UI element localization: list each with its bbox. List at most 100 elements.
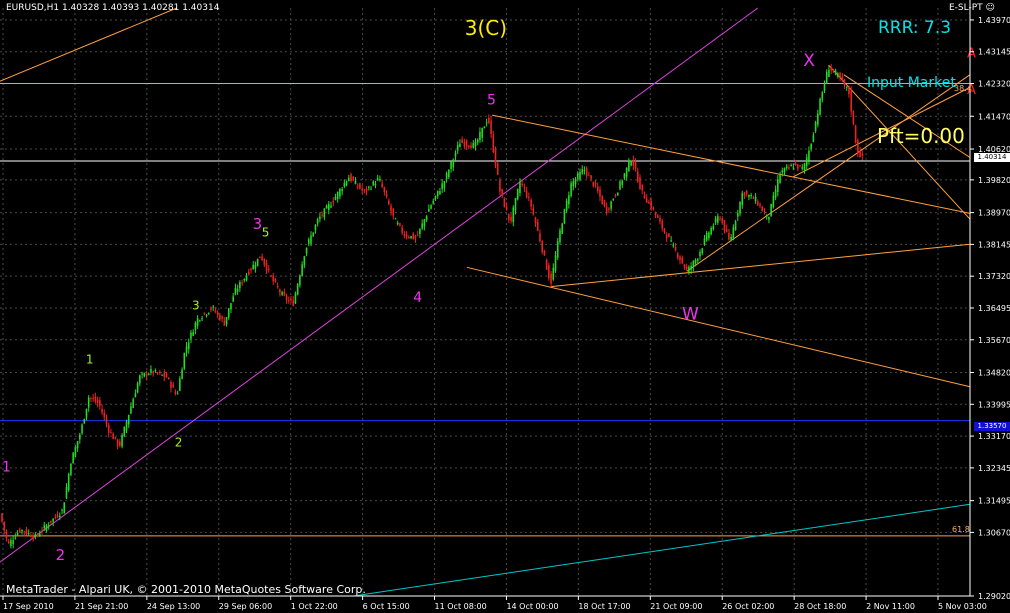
candle-body <box>439 191 441 195</box>
candle-body <box>730 236 732 241</box>
candle-body <box>830 67 832 71</box>
candle-body <box>114 437 117 439</box>
candle-body <box>819 98 821 115</box>
candle-body <box>330 205 332 208</box>
candle-body <box>130 406 132 414</box>
candle-body <box>490 120 492 134</box>
candle-body <box>516 189 519 200</box>
candle-body <box>792 167 795 169</box>
trend-lines[interactable] <box>0 7 971 597</box>
x-tick-label: 1 Oct 22:00 <box>291 602 338 611</box>
candle-body <box>310 235 312 244</box>
candle-body <box>823 84 826 91</box>
candle-body <box>21 529 23 531</box>
candle-body <box>419 228 421 235</box>
candle-body <box>370 188 372 190</box>
candle-body <box>161 374 163 376</box>
candle-body <box>325 205 328 209</box>
candle-body <box>785 166 788 169</box>
candle-body <box>50 520 52 523</box>
candle-body <box>107 424 110 433</box>
candle-body <box>588 175 590 177</box>
candle-body <box>194 322 197 330</box>
candle-body <box>90 397 92 399</box>
input-market-label[interactable]: Input Market <box>867 75 956 91</box>
candle-body <box>436 190 439 197</box>
profit-label: Pft=0.00 <box>877 124 965 148</box>
candle-body <box>219 314 221 320</box>
candle-body <box>183 352 186 369</box>
candle-body <box>568 195 570 205</box>
x-tick-label: 29 Sep 06:00 <box>219 602 272 611</box>
candle-body <box>396 222 399 225</box>
price-chart[interactable]: 3(C)X53 54W31212AA 1.439701.431451.423201… <box>0 0 1010 613</box>
candle-body <box>54 516 57 518</box>
wave-label: 1 <box>86 353 94 367</box>
candle-body <box>761 206 764 212</box>
candle-body <box>759 204 761 206</box>
candle-body <box>405 234 408 237</box>
candle-body <box>543 250 546 256</box>
candle-body <box>181 369 183 380</box>
candle-body <box>757 201 759 206</box>
candle-body <box>381 183 383 187</box>
indicator-tag: E-SL-PT ☺ <box>949 3 995 13</box>
candle-body <box>270 275 272 277</box>
candle-body <box>283 292 286 296</box>
candle-body <box>254 264 257 269</box>
candle-body <box>245 275 248 281</box>
candle-body <box>425 215 428 221</box>
candle-body <box>52 518 54 522</box>
candle-body <box>463 142 466 147</box>
candle-body <box>105 418 108 425</box>
trend-line <box>0 7 178 82</box>
candle-body <box>783 168 786 173</box>
candle-body <box>323 208 326 218</box>
candle-body <box>103 412 106 418</box>
candle-body <box>801 167 804 169</box>
candle-body <box>63 502 66 514</box>
candle-body <box>210 308 212 310</box>
y-tick-label: 1.42320 <box>978 80 1010 89</box>
candle-body <box>236 288 239 292</box>
candle-body <box>388 200 390 205</box>
candle-body <box>688 266 690 273</box>
wave-label: 2 <box>175 435 183 449</box>
candle-body <box>703 238 706 245</box>
candle-body <box>561 223 563 234</box>
candle-body <box>379 179 381 181</box>
candle-body <box>503 197 506 208</box>
candle-body <box>859 151 861 158</box>
x-tick-label: 24 Sep 13:00 <box>147 602 200 611</box>
candle-body <box>354 180 357 185</box>
candle-body <box>25 529 28 535</box>
candle-body <box>408 236 410 238</box>
candle-body <box>221 316 223 319</box>
candle-body <box>445 173 448 179</box>
wave-label: 5 <box>262 225 270 239</box>
candle-body <box>287 300 290 302</box>
candle-body <box>661 220 664 229</box>
candle-body <box>134 393 137 398</box>
candle-body <box>634 162 637 169</box>
candle-body <box>385 193 388 197</box>
candle-body <box>721 218 724 223</box>
candle-body <box>479 131 481 141</box>
candle-body <box>127 414 130 425</box>
candle-body <box>214 310 217 313</box>
candle-body <box>399 223 401 226</box>
candle-body <box>163 372 166 377</box>
candle-body <box>492 134 495 153</box>
candle-body <box>528 196 530 198</box>
candle-body <box>737 212 739 217</box>
candle-body <box>696 258 699 261</box>
candle-body <box>641 184 644 191</box>
candle-body <box>556 241 559 258</box>
candle-body <box>441 183 443 189</box>
candle-body <box>225 317 228 325</box>
candle-body <box>152 371 154 374</box>
candle-body <box>650 200 652 209</box>
candle-body <box>74 446 77 458</box>
candle-body <box>576 173 579 179</box>
candle-body <box>410 236 412 239</box>
